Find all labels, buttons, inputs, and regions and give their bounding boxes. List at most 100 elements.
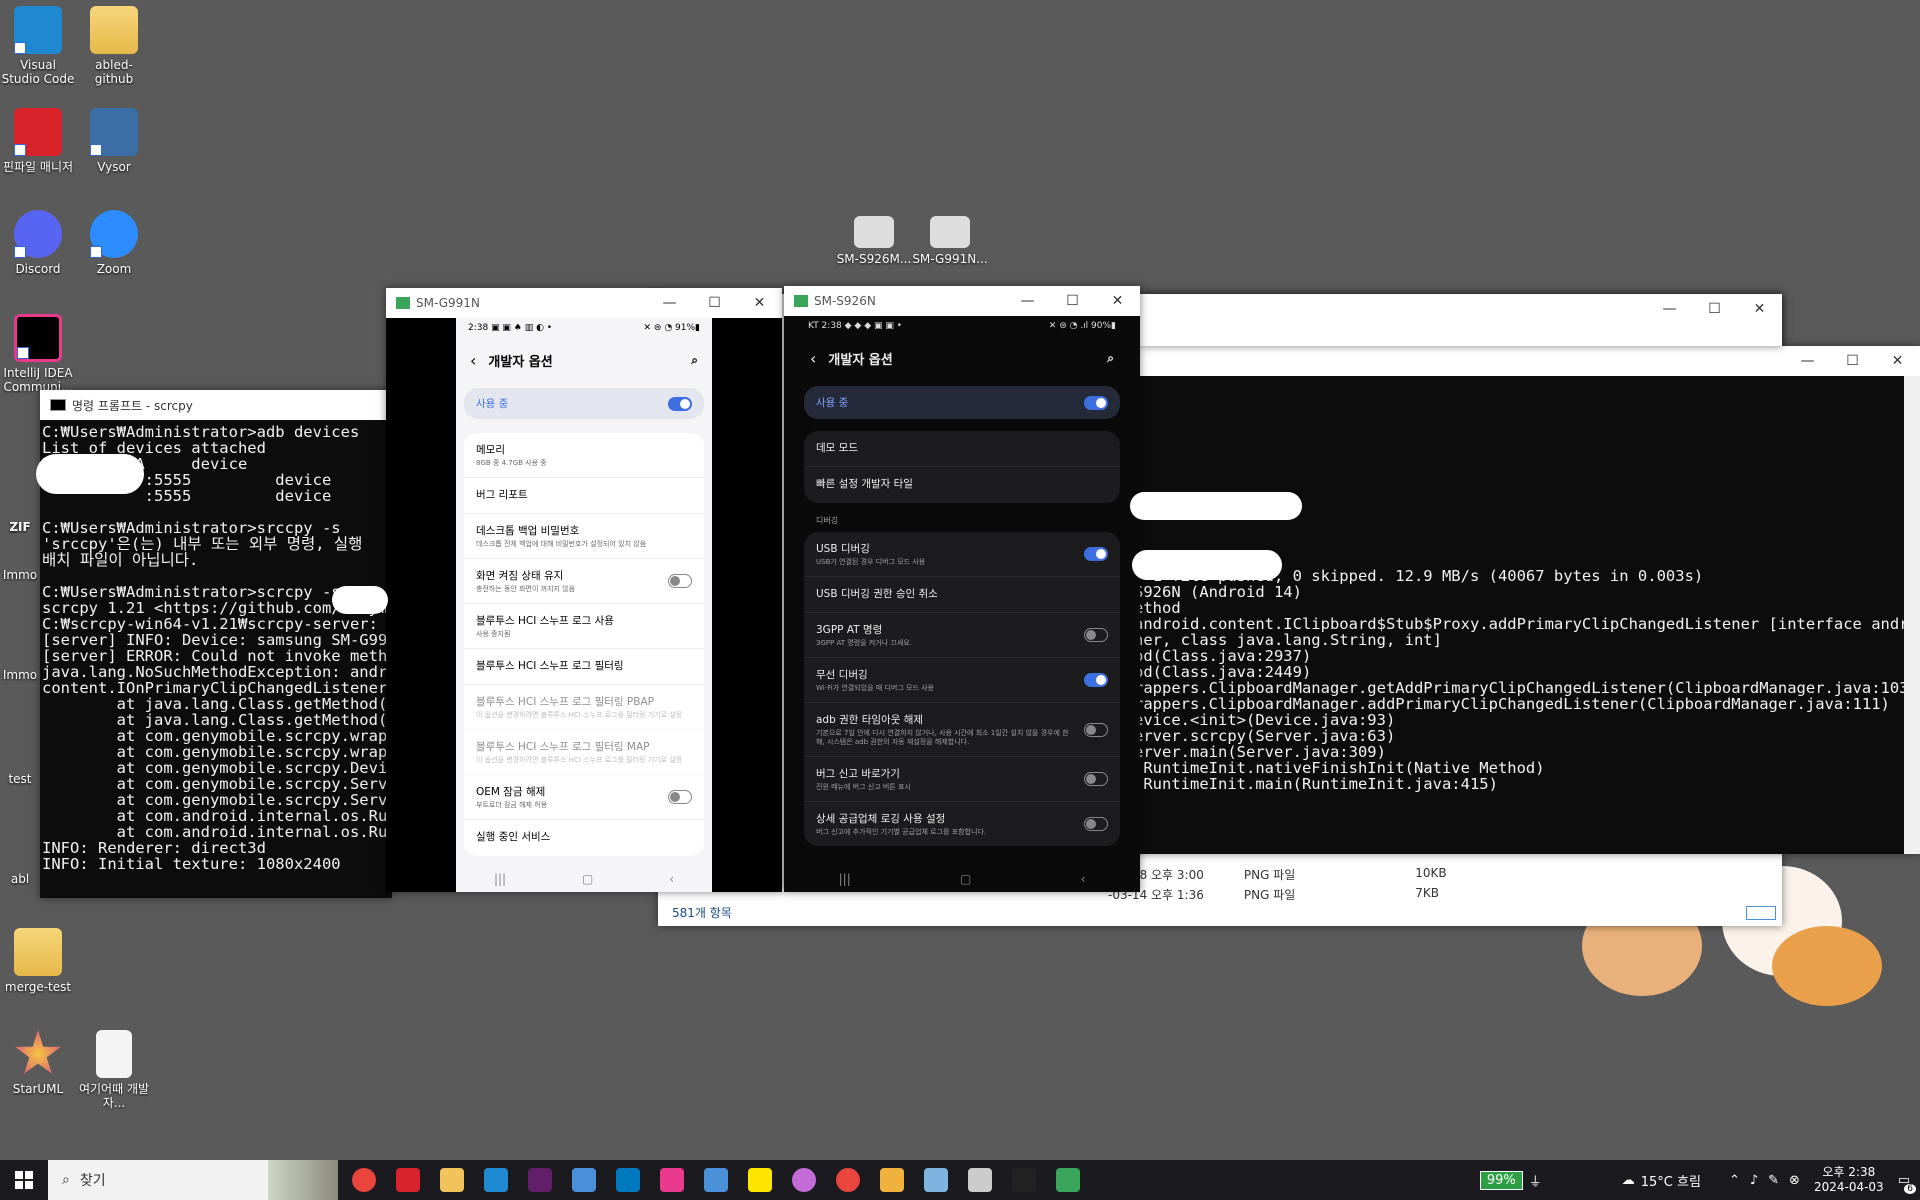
chevron-up-icon[interactable]: ⌃ bbox=[1729, 1173, 1740, 1188]
console2-titlebar[interactable]: — ☐ ✕ bbox=[1130, 346, 1920, 376]
settings-row[interactable]: 블루투스 HCI 스누프 로그 필터링 bbox=[464, 649, 704, 685]
taskbar-app[interactable] bbox=[738, 1160, 782, 1200]
back-arrow-icon[interactable]: ‹ bbox=[810, 349, 816, 368]
pen-icon[interactable]: ✎ bbox=[1768, 1173, 1779, 1188]
desktop-icon-pinfile[interactable]: 핀파일 매니저 bbox=[0, 108, 76, 174]
taskbar-app[interactable] bbox=[562, 1160, 606, 1200]
desktop-icon-yeogi[interactable]: 여기어때 개발자... bbox=[76, 1030, 152, 1110]
taskbar-app[interactable] bbox=[342, 1160, 386, 1200]
minimize-icon[interactable]: — bbox=[1005, 293, 1050, 309]
scrcpy-window-sm-s926n[interactable]: SM-S926N — ☐ ✕ KT 2:38 ◆ ◆ ◆ ▣ ▣ • ✕ ⊜ ◔ .… bbox=[784, 286, 1140, 892]
desktop-icon-sm-g991n[interactable]: SM-G991N... bbox=[912, 216, 988, 266]
minimize-icon[interactable]: — bbox=[647, 295, 692, 311]
recents-icon[interactable]: ||| bbox=[494, 872, 506, 886]
close-icon[interactable]: ✕ bbox=[1875, 353, 1920, 369]
taskbar-app[interactable] bbox=[430, 1160, 474, 1200]
close-circle-icon[interactable]: ⊗ bbox=[1789, 1173, 1800, 1188]
in-use-card[interactable]: 사용 중 bbox=[804, 386, 1120, 419]
search-icon[interactable]: ⌕ bbox=[1107, 351, 1114, 366]
minimize-icon[interactable]: — bbox=[1647, 301, 1692, 317]
maximize-icon[interactable]: ☐ bbox=[692, 295, 737, 311]
toggle-switch[interactable] bbox=[668, 790, 692, 804]
in-use-toggle[interactable] bbox=[668, 396, 692, 411]
back-icon[interactable]: ‹ bbox=[1081, 872, 1086, 886]
taskbar-app[interactable] bbox=[870, 1160, 914, 1200]
settings-row[interactable]: 화면 켜짐 상태 유지 충전하는 동안 화면이 꺼지지 않음 bbox=[464, 559, 704, 604]
desktop-icon-sm-s926m[interactable]: SM-S926M... bbox=[836, 216, 912, 266]
settings-row[interactable]: 블루투스 HCI 스누프 로그 필터링 MAP 이 옵션을 변경하려면 블루투스 … bbox=[464, 730, 704, 775]
search-icon[interactable]: ⌕ bbox=[691, 353, 698, 368]
toggle-switch[interactable] bbox=[1084, 673, 1108, 687]
clock[interactable]: 오후 2:38 2024-04-03 bbox=[1814, 1165, 1884, 1195]
phone1-titlebar[interactable]: SM-G991N — ☐ ✕ bbox=[386, 288, 782, 318]
view-toggle-icon[interactable] bbox=[1746, 906, 1776, 920]
background-window-frame[interactable]: — ☐ ✕ bbox=[1140, 294, 1782, 346]
in-use-row[interactable]: 사용 중 bbox=[464, 388, 704, 419]
in-use-row[interactable]: 사용 중 bbox=[804, 386, 1120, 419]
settings-row[interactable]: adb 권한 타임아웃 해제 기본으로 7일 안에 다시 연결하지 않거나, 사용… bbox=[804, 703, 1120, 757]
home-icon[interactable]: ▢ bbox=[960, 872, 971, 886]
maximize-icon[interactable]: ☐ bbox=[1050, 293, 1095, 309]
toggle-switch[interactable] bbox=[1084, 547, 1108, 561]
back-arrow-icon[interactable]: ‹ bbox=[470, 351, 476, 370]
notification-icon[interactable]: ▭ 6 bbox=[1898, 1173, 1916, 1194]
desktop-icon-partial-abl[interactable]: abl bbox=[0, 872, 40, 886]
taskbar-app[interactable] bbox=[694, 1160, 738, 1200]
taskbar-app[interactable] bbox=[386, 1160, 430, 1200]
desktop-icon-zoom[interactable]: Zoom bbox=[76, 210, 152, 276]
toggle-switch[interactable] bbox=[1084, 722, 1108, 737]
close-icon[interactable]: ✕ bbox=[1737, 301, 1782, 317]
settings-row[interactable]: 실행 중인 서비스 bbox=[464, 820, 704, 856]
phone2-screen[interactable]: KT 2:38 ◆ ◆ ◆ ▣ ▣ • ✕ ⊜ ◔ .ıl 90%▮ ‹ 개발자… bbox=[784, 316, 1140, 892]
desktop-icon-vscode[interactable]: Visual Studio Code bbox=[0, 6, 76, 86]
desktop-icon-merge-test[interactable]: merge-test bbox=[0, 928, 76, 994]
settings-row[interactable]: OEM 잠금 해제 부트로더 잠금 해제 허용 bbox=[464, 775, 704, 820]
settings-row[interactable]: 무선 디버깅 Wi-Fi가 연결되었을 때 디버그 모드 사용 bbox=[804, 658, 1120, 703]
start-button[interactable] bbox=[0, 1160, 48, 1200]
scrollbar[interactable] bbox=[1904, 376, 1920, 854]
taskbar-app[interactable] bbox=[518, 1160, 562, 1200]
settings-row[interactable]: USB 디버깅 권한 승인 취소 bbox=[804, 577, 1120, 613]
taskbar-search-box[interactable]: ⌕ 찾기 bbox=[48, 1160, 338, 1200]
desktop-icon-intellij[interactable]: IntelliJ IDEA Communi... bbox=[0, 314, 76, 394]
settings-row[interactable]: 블루투스 HCI 스누프 로그 필터링 PBAP 이 옵션을 변경하려면 블루투스… bbox=[464, 685, 704, 730]
settings-row[interactable]: 상세 공급업체 로깅 사용 설정 버그 신고에 추가적인 기기별 공급업체 로그를… bbox=[804, 802, 1120, 846]
minimize-icon[interactable]: — bbox=[1785, 353, 1830, 369]
volume-icon[interactable]: ♪ bbox=[1750, 1173, 1758, 1188]
taskbar-app[interactable] bbox=[1002, 1160, 1046, 1200]
settings-row[interactable]: 버그 신고 바로가기 전원 메뉴에 버그 신고 버튼 표시 bbox=[804, 757, 1120, 802]
toggle-switch[interactable] bbox=[1084, 817, 1108, 831]
close-icon[interactable]: ✕ bbox=[1095, 293, 1140, 309]
toggle-switch[interactable] bbox=[1084, 628, 1108, 642]
home-icon[interactable]: ▢ bbox=[582, 872, 593, 886]
phone2-titlebar[interactable]: SM-S926N — ☐ ✕ bbox=[784, 286, 1140, 316]
maximize-icon[interactable]: ☐ bbox=[1692, 301, 1737, 317]
desktop-icon-partial-zif[interactable]: ZIF bbox=[0, 520, 40, 534]
desktop-icon-discord[interactable]: Discord bbox=[0, 210, 76, 276]
phone1-screen[interactable]: 2:38 ▣ ▣ ♠ ▥ ◐ • ✕ ⊜ ◔ 91%▮ ‹ 개발자 옵션 ⌕ 사… bbox=[456, 318, 712, 892]
taskbar-app[interactable] bbox=[782, 1160, 826, 1200]
recents-icon[interactable]: ||| bbox=[839, 872, 851, 886]
taskbar-app[interactable] bbox=[650, 1160, 694, 1200]
console-window-2[interactable]: —☐✕ 55mobile/scrcpy>: 1 file pushed, 0 s… bbox=[1130, 346, 1920, 854]
explorer-file-row[interactable]: -03-14 오후 1:36 PNG 파일 7KB bbox=[1108, 886, 1439, 903]
desktop-icon-abled-github[interactable]: abled-github bbox=[76, 6, 152, 86]
toggle-switch[interactable] bbox=[1084, 772, 1108, 786]
weather-text[interactable]: 15°C 흐림 bbox=[1641, 1171, 1701, 1190]
desktop-icon-partial-test[interactable]: test bbox=[0, 772, 40, 786]
explorer-file-row[interactable]: -03-18 오후 3:00 PNG 파일 10KB bbox=[1108, 866, 1447, 883]
taskbar-app[interactable] bbox=[1046, 1160, 1090, 1200]
desktop-icon-partial-immo2[interactable]: Immo bbox=[0, 668, 40, 682]
desktop-icon-vysor[interactable]: Vysor bbox=[76, 108, 152, 174]
quick-tile-row[interactable]: 빠른 설정 개발자 타일 bbox=[804, 467, 1120, 503]
taskbar-app[interactable] bbox=[958, 1160, 1002, 1200]
settings-row[interactable]: USB 디버깅 USB가 연결된 경우 디버그 모드 사용 bbox=[804, 532, 1120, 577]
settings-row[interactable]: 버그 리포트 bbox=[464, 478, 704, 514]
maximize-icon[interactable]: ☐ bbox=[1830, 353, 1875, 369]
scrcpy-window-sm-g991n[interactable]: SM-G991N — ☐ ✕ 2:38 ▣ ▣ ♠ ▥ ◐ • ✕ ⊜ ◔ 91%▮… bbox=[386, 288, 782, 892]
close-icon[interactable]: ✕ bbox=[737, 295, 782, 311]
taskbar-app[interactable] bbox=[914, 1160, 958, 1200]
in-use-card[interactable]: 사용 중 bbox=[464, 388, 704, 419]
cmd-titlebar[interactable]: 명령 프롬프트 - scrcpy bbox=[40, 390, 392, 420]
desktop-icon-staruml[interactable]: StarUML bbox=[0, 1030, 76, 1096]
